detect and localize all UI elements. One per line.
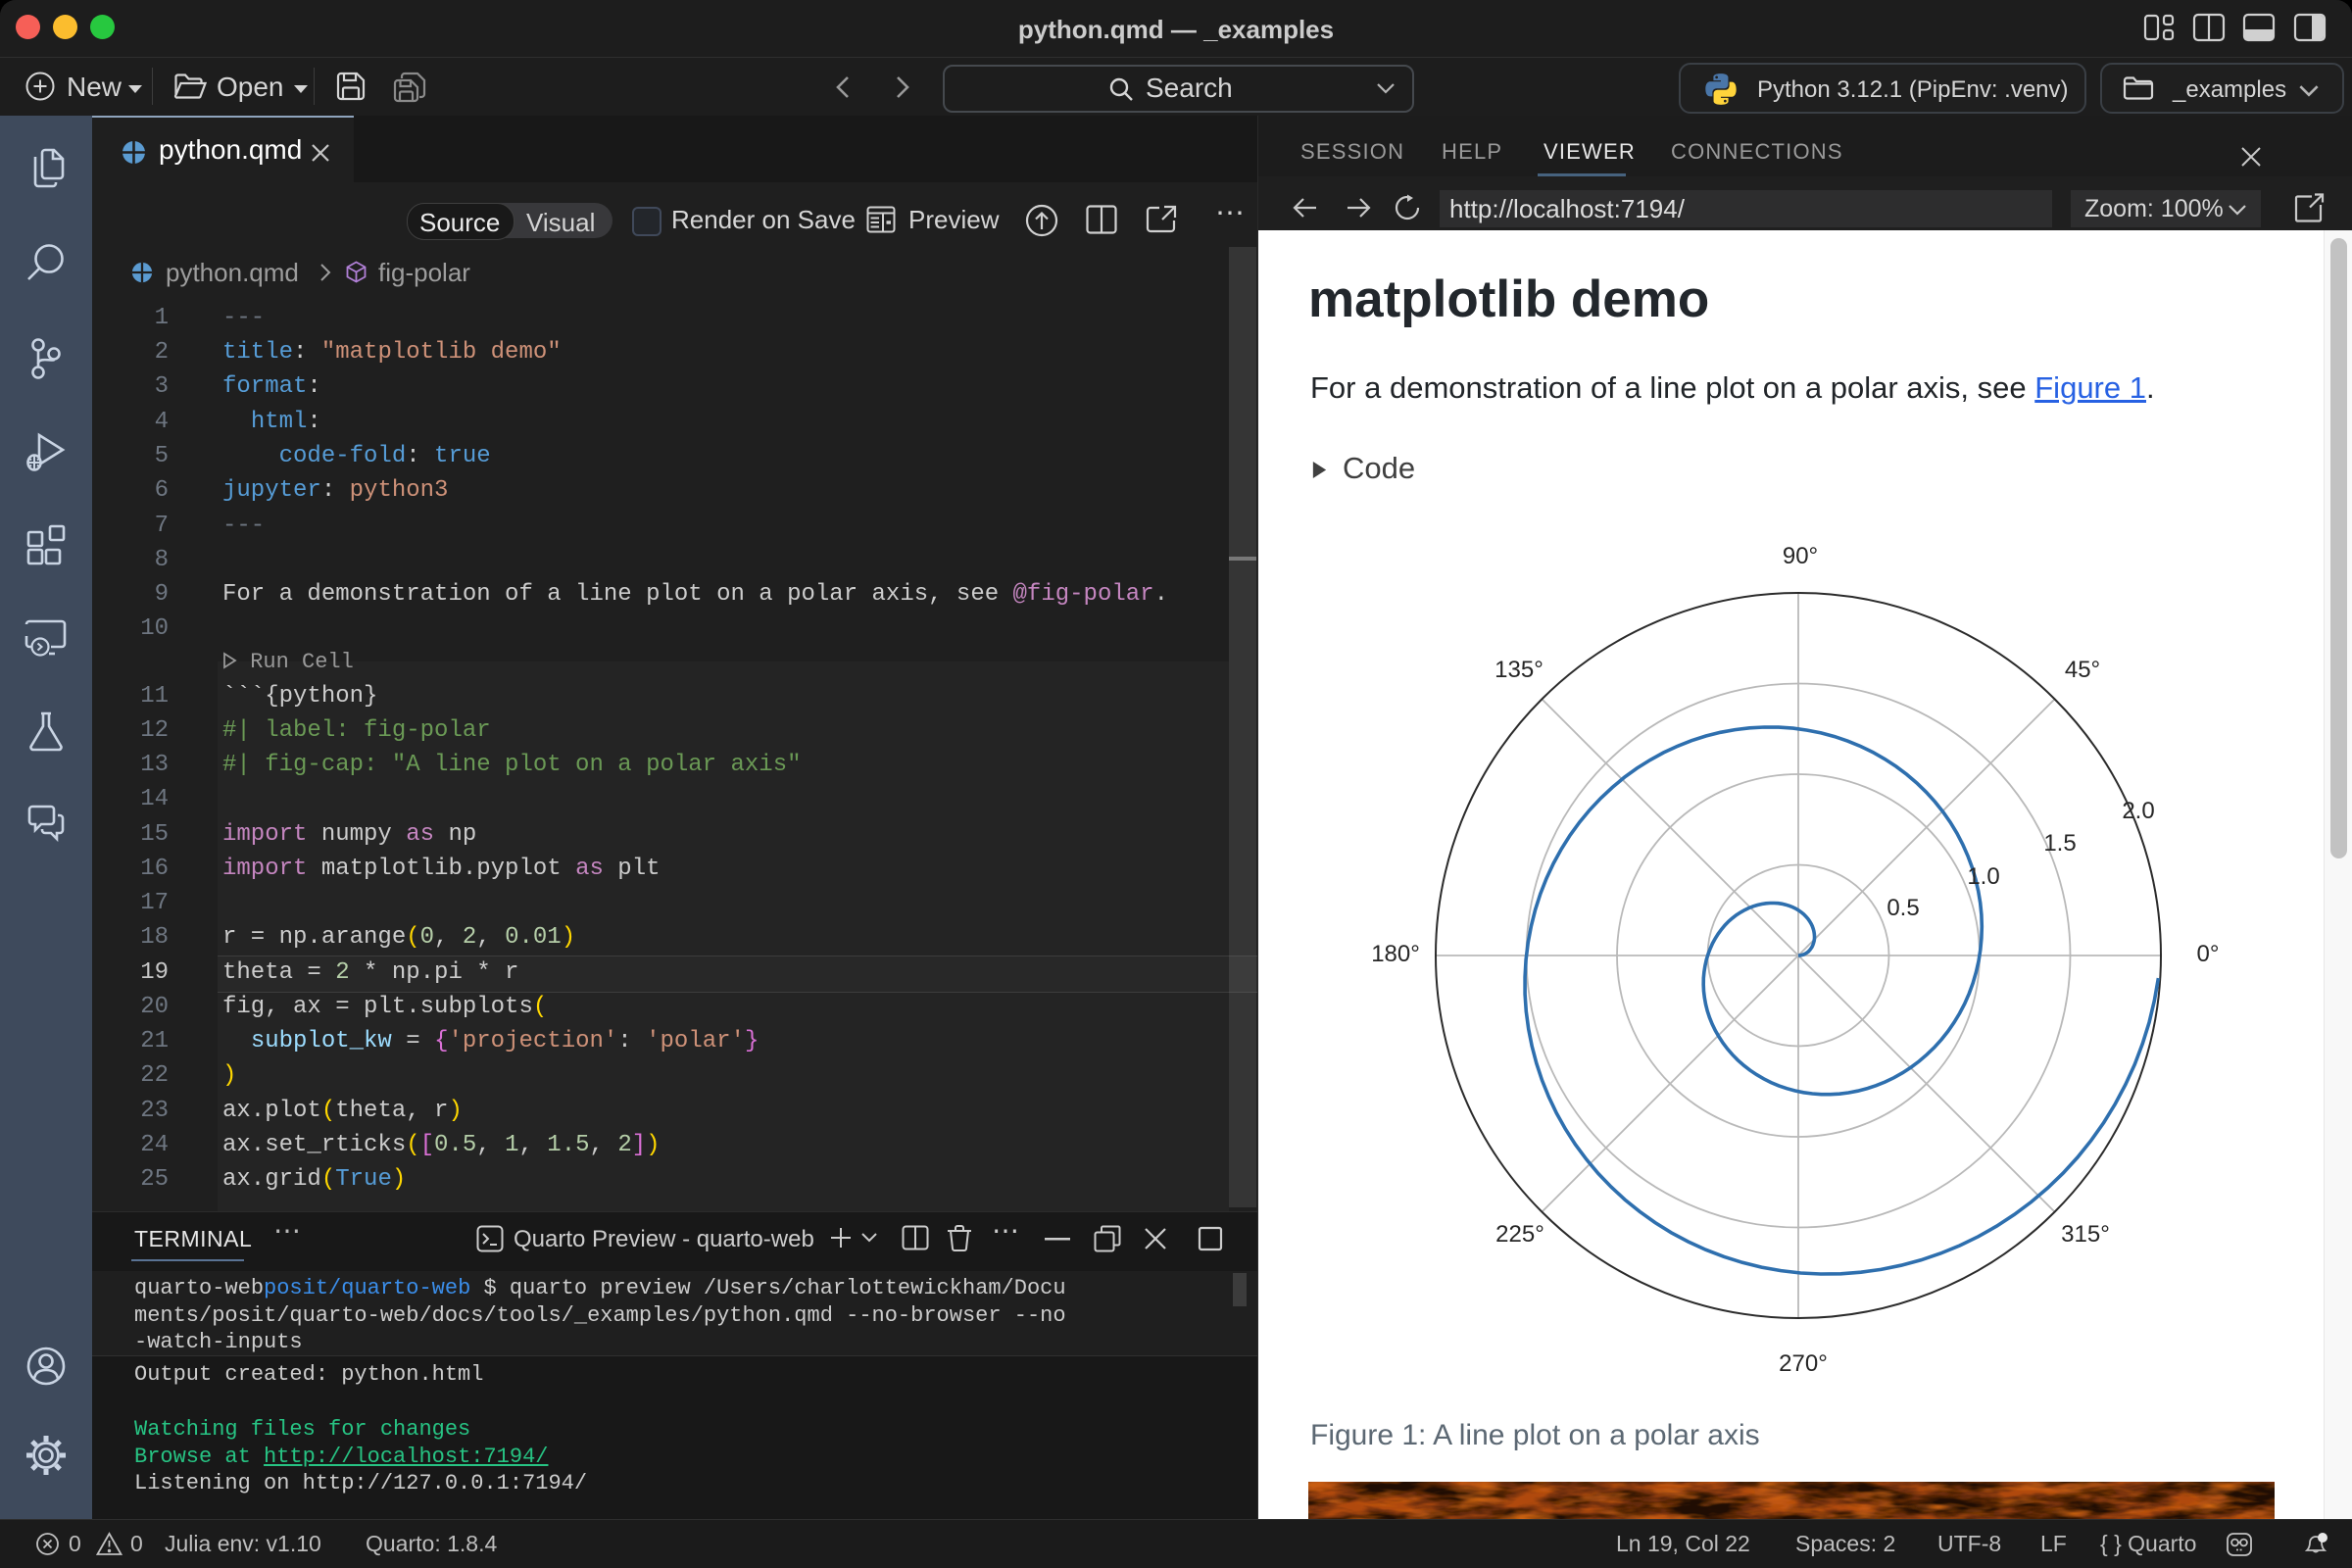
svg-text:2.0: 2.0: [2122, 798, 2154, 824]
svg-text:225°: 225°: [1495, 1221, 1544, 1248]
svg-text:0.5: 0.5: [1886, 895, 1919, 921]
svg-text:135°: 135°: [1494, 657, 1544, 683]
svg-text:0°: 0°: [2197, 941, 2220, 967]
svg-text:180°: 180°: [1371, 941, 1420, 967]
svg-text:1.0: 1.0: [1967, 863, 1999, 890]
svg-text:90°: 90°: [1783, 543, 1818, 569]
svg-text:270°: 270°: [1779, 1350, 1828, 1377]
svg-text:45°: 45°: [2065, 657, 2100, 683]
svg-text:1.5: 1.5: [2043, 830, 2076, 857]
svg-text:315°: 315°: [2061, 1221, 2110, 1248]
